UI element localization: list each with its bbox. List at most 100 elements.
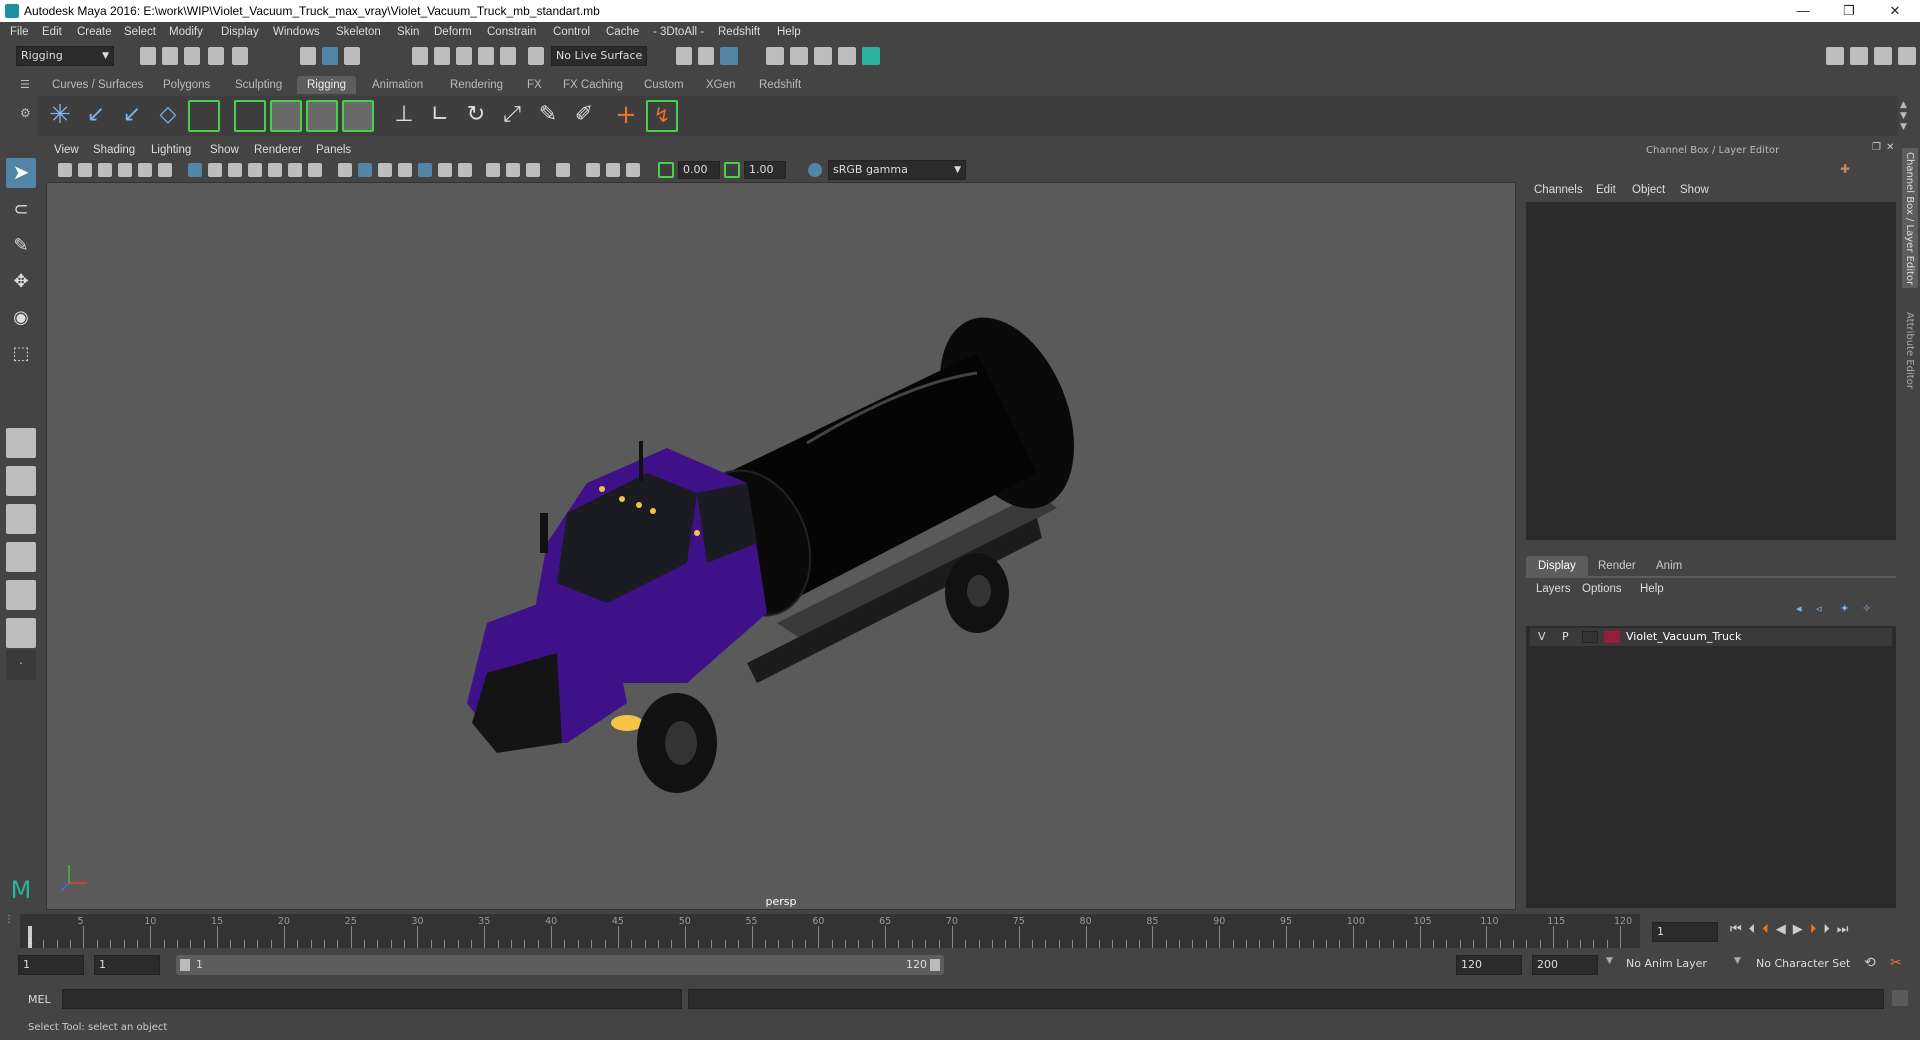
side-tab-channel-box[interactable]: Channel Box / Layer Editor <box>1902 148 1918 288</box>
layer-display-type[interactable] <box>1582 631 1598 643</box>
select-object-icon[interactable] <box>322 47 338 65</box>
snap-grid-icon[interactable] <box>412 47 428 65</box>
step-back-frame-icon[interactable]: ⏴ <box>1762 922 1776 937</box>
viewport-menu-panels[interactable]: Panels <box>316 144 351 156</box>
persp-outliner-layout-icon[interactable] <box>6 504 36 534</box>
float-panel-icon[interactable]: ❐ <box>1872 142 1881 153</box>
preferences-icon[interactable]: ✂ <box>1890 955 1902 971</box>
move-layer-up-icon[interactable]: ◂ <box>1796 602 1810 615</box>
show-menu[interactable]: Show <box>1680 184 1709 196</box>
layer-tab-anim[interactable]: Anim <box>1644 556 1694 576</box>
gamma-icon[interactable] <box>724 162 740 178</box>
field-chart-icon[interactable] <box>268 163 282 177</box>
redo-icon[interactable] <box>232 47 248 65</box>
point-constraint-icon[interactable]: ⊥ <box>388 100 420 132</box>
hypershade-icon[interactable] <box>862 47 880 65</box>
character-set-dropdown[interactable]: No Character Set <box>1752 955 1862 975</box>
snap-live-icon[interactable] <box>528 47 544 65</box>
close-panel-icon[interactable]: ✕ <box>1886 142 1894 153</box>
xray-active-icon[interactable] <box>606 163 620 177</box>
render-view-icon[interactable] <box>766 47 784 65</box>
viewport-menu-lighting[interactable]: Lighting <box>151 144 191 156</box>
attribute-editor-toggle-icon[interactable] <box>1874 47 1892 65</box>
chevron-down-icon[interactable]: ▼ <box>1606 956 1613 966</box>
cluster-icon[interactable] <box>270 100 302 132</box>
grid-toggle-icon[interactable] <box>188 163 202 177</box>
menu-display[interactable]: Display <box>221 26 259 38</box>
playback-start-field[interactable]: 1 <box>94 955 160 975</box>
go-to-start-icon[interactable]: ⏮ <box>1730 922 1749 937</box>
script-editor-icon[interactable] <box>1892 990 1908 1006</box>
bookmark-icon[interactable] <box>98 163 112 177</box>
workspace-layout-icon[interactable] <box>1826 47 1844 65</box>
new-layer-selected-icon[interactable]: ✧ <box>1862 602 1876 615</box>
layer-row[interactable]: V P Violet_Vacuum_Truck <box>1530 628 1892 646</box>
safe-action-icon[interactable] <box>288 163 302 177</box>
single-perspective-layout-icon[interactable] <box>6 428 36 458</box>
scale-tool-icon[interactable]: ⬚ <box>6 340 36 370</box>
layer-visibility-toggle[interactable]: V <box>1538 630 1546 643</box>
ik-spline-icon[interactable]: ↙ <box>116 100 148 132</box>
edit-menu[interactable]: Edit <box>1596 184 1616 196</box>
construction-history-icon[interactable] <box>720 47 738 65</box>
create-joints-icon[interactable]: ✳ <box>44 100 76 132</box>
color-management-icon[interactable] <box>808 163 822 177</box>
menu-modify[interactable]: Modify <box>169 26 203 38</box>
safe-title-icon[interactable] <box>308 163 322 177</box>
menu-3dtoall[interactable]: - 3DtoAll - <box>653 26 704 38</box>
resolution-gate-icon[interactable] <box>228 163 242 177</box>
textured-icon[interactable] <box>418 163 432 177</box>
ik-handle-icon[interactable]: ↙ <box>80 100 112 132</box>
range-slider[interactable]: 1 120 <box>176 955 944 975</box>
snap-view-plane-icon[interactable] <box>478 47 494 65</box>
menu-constrain[interactable]: Constrain <box>487 26 536 38</box>
snap-curve-icon[interactable] <box>434 47 450 65</box>
scale-constraint-icon[interactable]: ⤢ <box>496 100 528 132</box>
options-menu[interactable]: Options <box>1582 583 1622 595</box>
pole-vector-icon[interactable]: ✐ <box>568 100 600 132</box>
save-scene-icon[interactable] <box>184 47 200 65</box>
step-forward-key-icon[interactable]: ⏵ <box>1823 922 1837 937</box>
grease-pencil-icon[interactable] <box>158 163 172 177</box>
viewport-menu-view[interactable]: View <box>54 144 79 156</box>
anim-layer-dropdown[interactable]: No Anim Layer <box>1622 955 1738 975</box>
menu-deform[interactable]: Deform <box>434 26 472 38</box>
lattice-icon[interactable] <box>234 100 266 132</box>
gamma-field[interactable]: 1.00 <box>744 161 786 179</box>
layer-playback-toggle[interactable]: P <box>1562 630 1569 643</box>
wrap-icon[interactable] <box>342 100 374 132</box>
use-all-lights-icon[interactable] <box>438 163 452 177</box>
smooth-shade-icon[interactable] <box>358 163 372 177</box>
tab-animation[interactable]: Animation <box>362 76 433 94</box>
playback-end-field[interactable]: 120 <box>1456 955 1522 975</box>
four-view-layout-icon[interactable] <box>6 466 36 496</box>
play-backwards-icon[interactable]: ◀ <box>1776 922 1793 937</box>
tool-settings-toggle-icon[interactable] <box>1898 47 1916 65</box>
ambient-occlusion-icon[interactable] <box>486 163 500 177</box>
animation-end-field[interactable]: 200 <box>1532 955 1598 975</box>
undo-icon[interactable] <box>208 47 224 65</box>
film-gate-icon[interactable] <box>208 163 222 177</box>
render-current-icon[interactable] <box>790 47 808 65</box>
command-language-label[interactable]: MEL <box>28 993 51 1006</box>
new-scene-icon[interactable] <box>140 47 156 65</box>
tab-rendering[interactable]: Rendering <box>440 76 513 94</box>
menu-help[interactable]: Help <box>777 26 801 38</box>
menu-edit[interactable]: Edit <box>42 26 62 38</box>
open-scene-icon[interactable] <box>162 47 178 65</box>
hik-icon[interactable]: ↯ <box>646 100 678 132</box>
blend-shape-icon[interactable] <box>306 100 338 132</box>
move-tool-icon[interactable]: ✥ <box>6 268 36 298</box>
menu-create[interactable]: Create <box>77 26 112 38</box>
persp-graph-layout-icon[interactable] <box>6 542 36 572</box>
mode-dropdown[interactable]: Rigging ▼ <box>16 46 114 66</box>
channel-list-area[interactable] <box>1526 202 1896 540</box>
move-layer-down-icon[interactable]: ◃ <box>1816 602 1830 615</box>
locator-icon[interactable]: + <box>610 100 642 132</box>
shelf-menu-icon[interactable]: ☰ <box>20 78 30 91</box>
camera-attributes-icon[interactable] <box>78 163 92 177</box>
make-live-icon[interactable] <box>500 47 516 65</box>
maximize-button[interactable]: ❐ <box>1826 0 1872 22</box>
menu-redshift[interactable]: Redshift <box>718 26 760 38</box>
wireframe-icon[interactable] <box>338 163 352 177</box>
